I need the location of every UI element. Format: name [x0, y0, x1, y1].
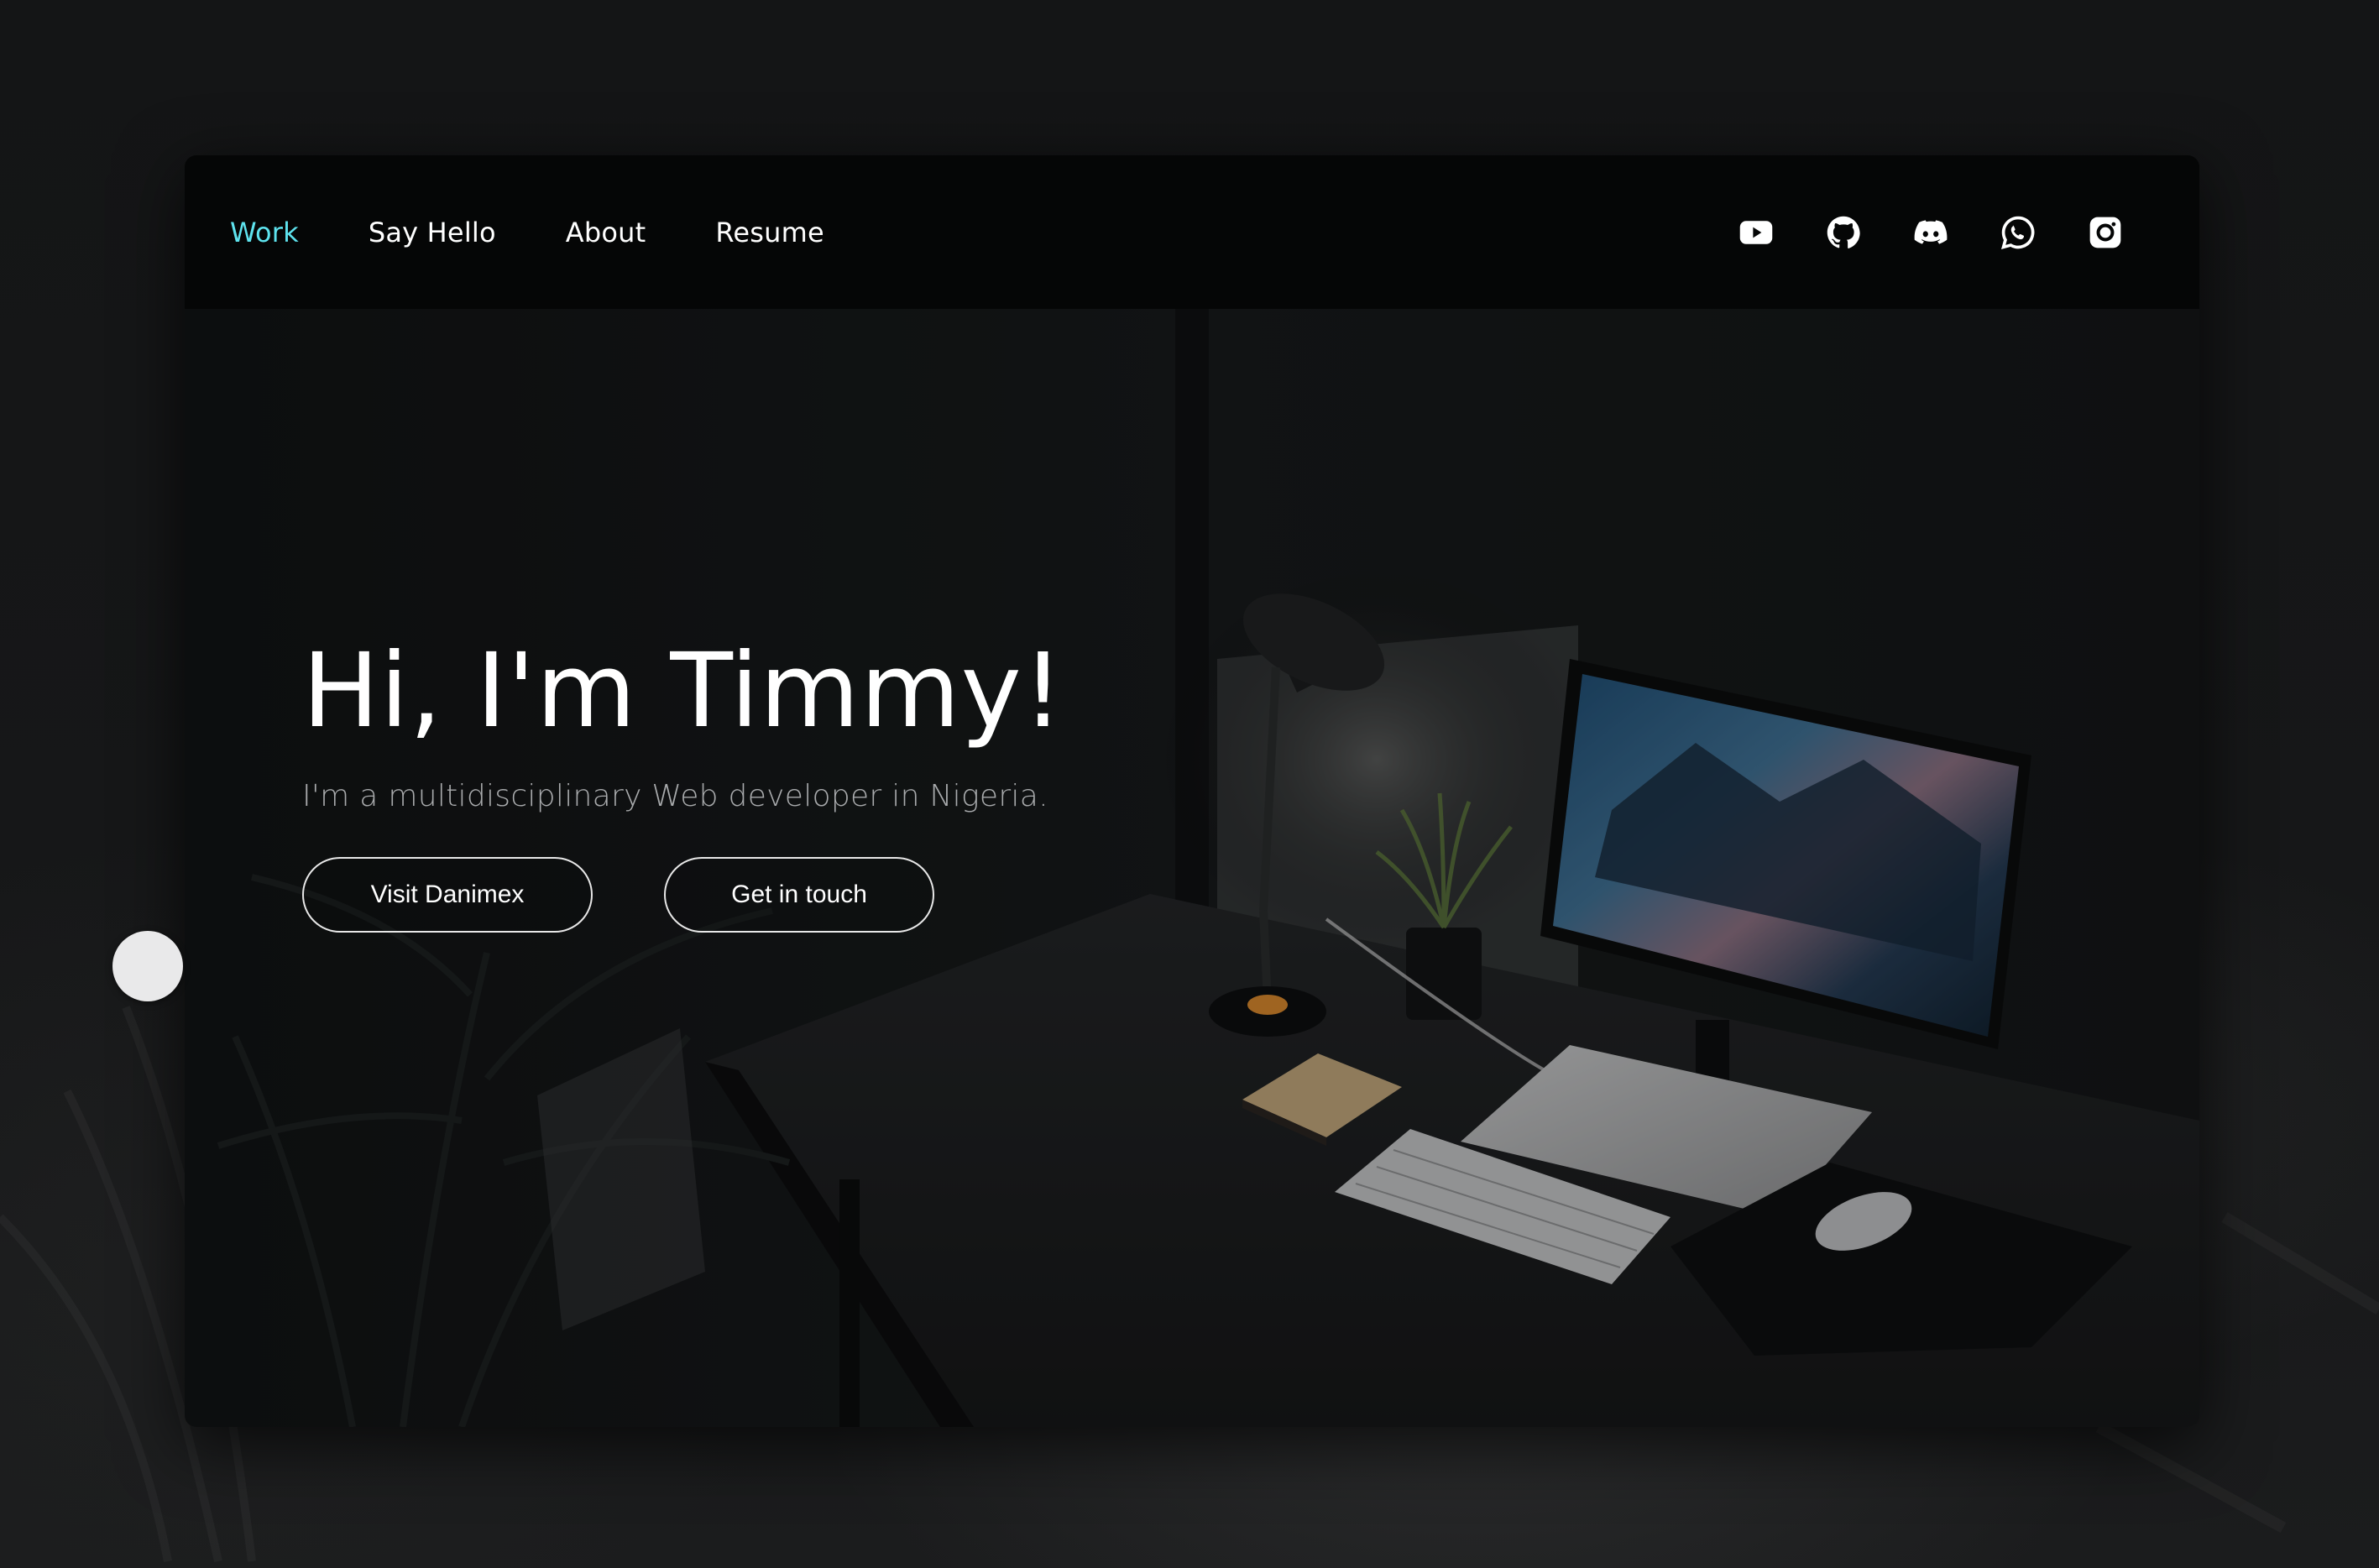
floating-circle-button[interactable] [112, 931, 183, 1001]
top-navbar: Work Say Hello About Resume [185, 155, 2199, 309]
youtube-icon[interactable] [1738, 214, 1775, 251]
instagram-icon[interactable] [2087, 214, 2124, 251]
github-icon[interactable] [1825, 214, 1862, 251]
nav-link-resume[interactable]: Resume [715, 217, 824, 248]
visit-danimex-button[interactable]: Visit Danimex [302, 857, 593, 933]
nav-link-work[interactable]: Work [230, 217, 299, 248]
social-icons [1687, 214, 2124, 251]
nav-link-about[interactable]: About [566, 217, 646, 248]
hero-title: Hi, I'm Timmy! [302, 631, 1064, 750]
hero-content: Hi, I'm Timmy! I'm a multidisciplinary W… [302, 630, 1064, 933]
nav-link-say-hello[interactable]: Say Hello [369, 217, 496, 248]
hero-card: Work Say Hello About Resume Hi, I'm Timm… [185, 155, 2199, 1427]
hero-buttons: Visit Danimex Get in touch [302, 857, 1064, 933]
whatsapp-icon[interactable] [2000, 214, 2037, 251]
discord-icon[interactable] [1912, 214, 1949, 251]
hero-subtitle: I'm a multidisciplinary Web developer in… [302, 779, 1048, 814]
get-in-touch-button[interactable]: Get in touch [664, 857, 934, 933]
nav-links: Work Say Hello About Resume [230, 217, 894, 248]
